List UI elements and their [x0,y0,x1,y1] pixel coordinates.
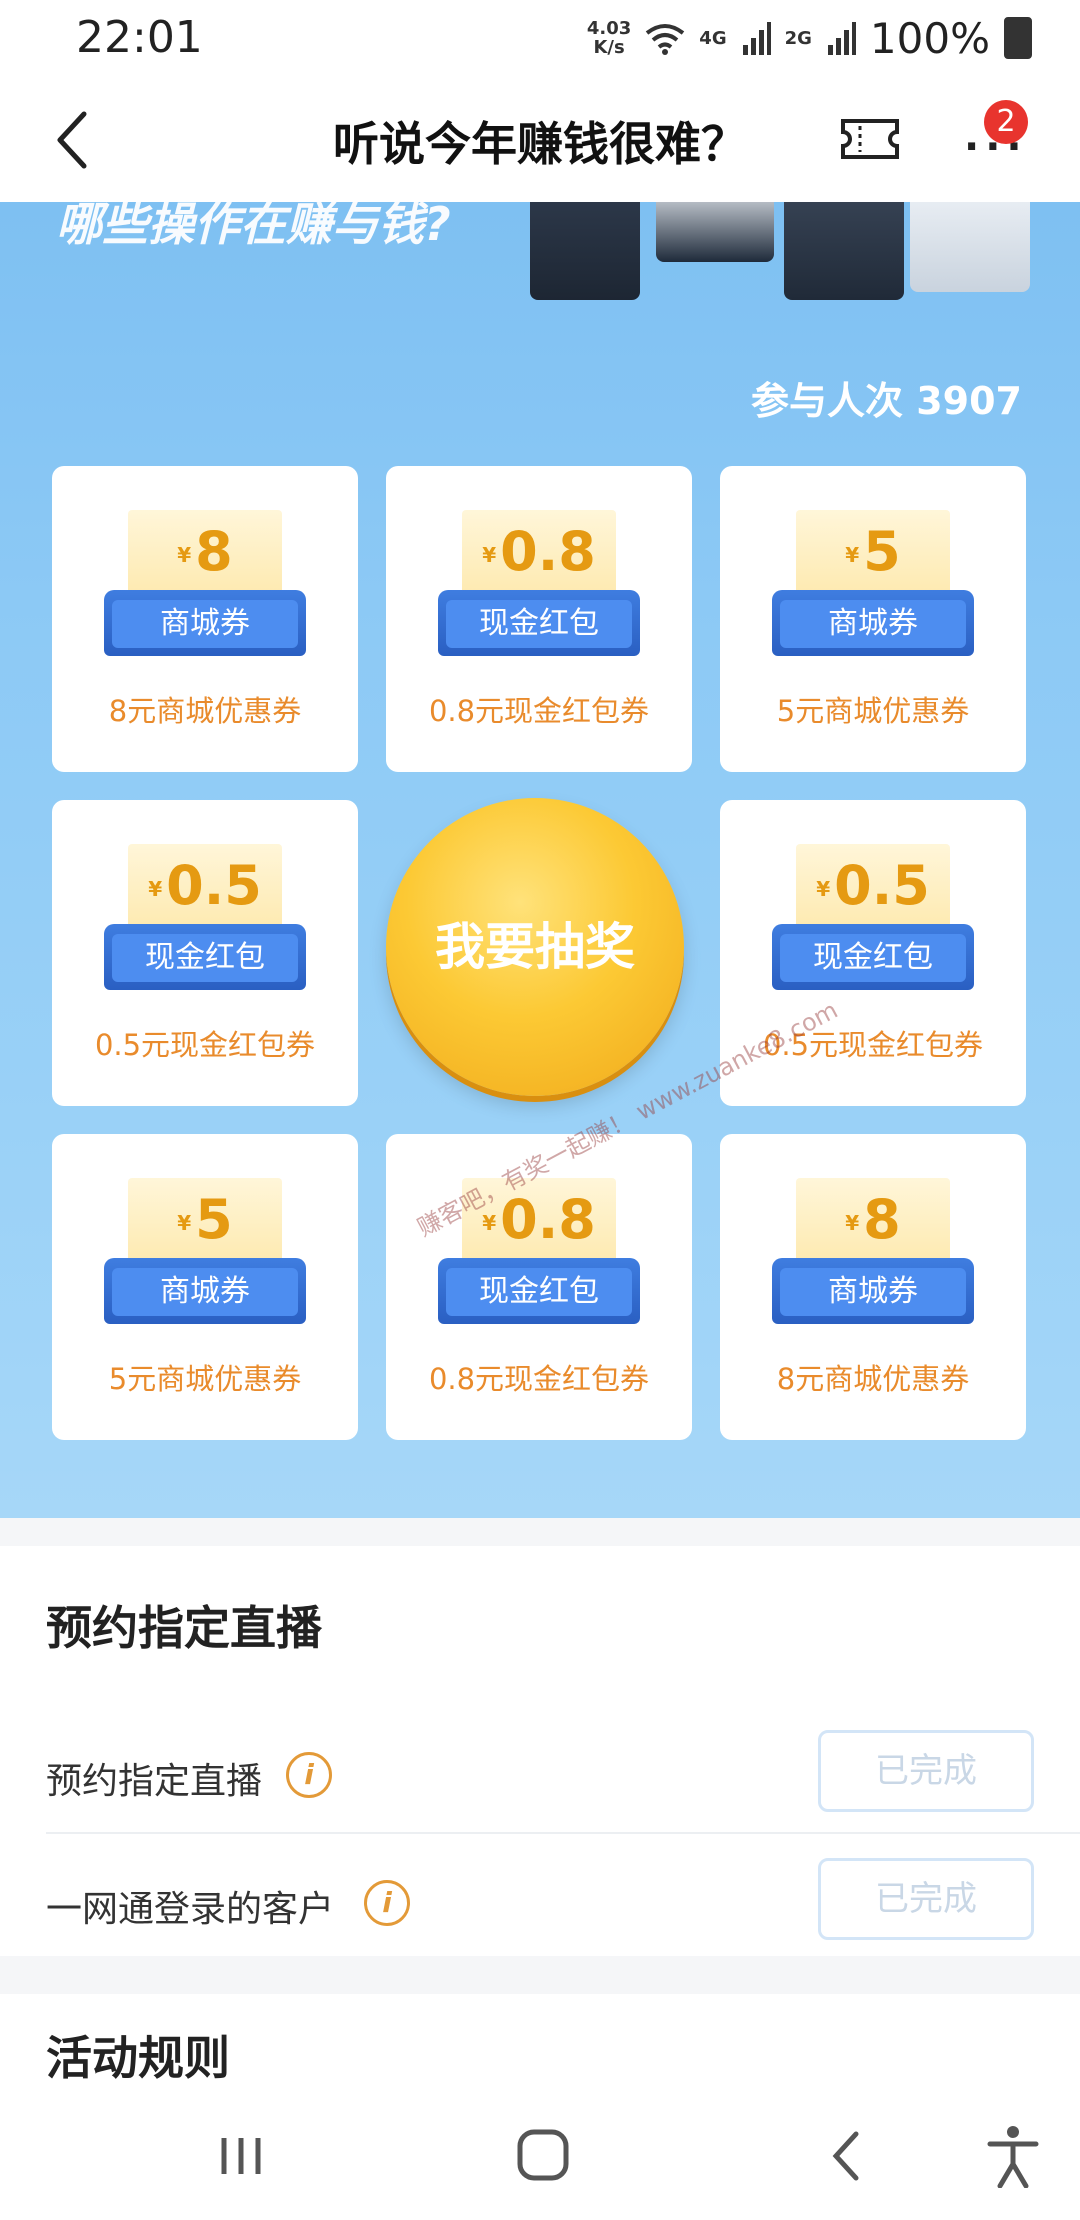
home-icon[interactable] [508,2124,578,2188]
person-image [910,202,1030,292]
person-image [656,202,774,262]
info-icon[interactable]: i [286,1752,332,1798]
prize-name: 0.8元现金红包券 [428,694,650,728]
prize-card: ¥0.8 现金红包 0.8元现金红包券 [386,466,692,772]
person-image [784,202,904,300]
network-speed: 4.03 K/s [587,19,631,57]
task-row: 预约指定直播 i 已完成 [46,1714,1034,1834]
signal-4g-label: 4G [699,27,727,49]
coupon-type: 现金红包 [112,934,298,982]
battery-icon [1004,17,1032,59]
notification-badge: 2 [984,100,1028,144]
coupon-type: 现金红包 [446,600,632,648]
currency-symbol: ¥ [845,1211,860,1236]
coupon-icon: ¥5 商城券 [772,510,974,660]
signal-2g-label: 2G [784,27,812,49]
coupon-type: 现金红包 [780,934,966,982]
section-title: 活动规则 [46,2031,230,2085]
wifi-icon [646,24,685,55]
signal-bars-icon [827,22,856,55]
lottery-banner: 哪些操作在赚与钱? 参与人次 3907 ¥8 商城券 8元商城优惠券 ¥0.8 … [0,202,1080,1518]
task-name: 预约指定直播 [46,1761,263,1802]
coupon-icon: ¥8 商城券 [772,1178,974,1328]
prize-amount: 0.5 [834,854,930,917]
coupon-type: 商城券 [780,1268,966,1316]
coupon-type: 商城券 [112,600,298,648]
more-dots-icon: ··· [964,124,1028,170]
prize-card: ¥5 商城券 5元商城优惠券 [720,466,1026,772]
prize-amount: 5 [195,1188,233,1251]
status-bar: 22:01 4.03 K/s 4G 2G 100% [0,0,1080,78]
more-menu-button[interactable]: ··· 2 [958,100,1028,176]
currency-symbol: ¥ [177,543,192,568]
participant-count: 参与人次 3907 [751,379,1022,423]
accessibility-icon[interactable] [978,2124,1048,2188]
coupon-icon: ¥0.5 现金红包 [772,844,974,994]
section-title: 预约指定直播 [46,1601,322,1655]
divider [46,1832,1080,1834]
network-speed-value: 4.03 [586,18,632,39]
coupon-type: 商城券 [112,1268,298,1316]
prize-name: 0.5元现金红包券 [94,1028,316,1062]
prize-amount: 0.8 [500,1188,596,1251]
coupon-icon: ¥8 商城券 [104,510,306,660]
back-icon[interactable] [812,2124,882,2188]
prize-card: ¥5 商城券 5元商城优惠券 [52,1134,358,1440]
prize-card: ¥8 商城券 8元商城优惠券 [720,1134,1026,1440]
battery-percent: 100% [869,13,990,63]
task-status-button[interactable]: 已完成 [818,1858,1034,1940]
prize-name: 8元商城优惠券 [108,694,302,728]
currency-symbol: ¥ [482,1211,497,1236]
signal-bars-icon [742,22,771,55]
recent-apps-icon[interactable] [206,2124,276,2188]
prize-amount: 8 [195,520,233,583]
tasks-section: 预约指定直播 预约指定直播 i 已完成 一网通登录的客户 i 已完成 [0,1546,1080,1956]
banner-illustration: 哪些操作在赚与钱? [0,202,1080,322]
currency-symbol: ¥ [148,877,163,902]
coupon-icon: ¥0.8 现金红包 [438,510,640,660]
prize-amount: 0.8 [500,520,596,583]
app-header: 听说今年赚钱很难？ ··· 2 [0,78,1080,202]
task-status-button[interactable]: 已完成 [818,1730,1034,1812]
currency-symbol: ¥ [482,543,497,568]
prize-name: 5元商城优惠券 [776,694,970,728]
task-row: 一网通登录的客户 i 已完成 [46,1842,1034,1962]
clock: 22:01 [76,12,203,63]
prize-amount: 8 [863,1188,901,1251]
prize-name: 8元商城优惠券 [776,1362,970,1396]
task-name: 一网通登录的客户 [46,1889,335,1930]
prize-name: 5元商城优惠券 [108,1362,302,1396]
coupon-type: 商城券 [780,600,966,648]
prize-card: ¥0.5 现金红包 0.5元现金红包券 [52,800,358,1106]
status-icons: 4.03 K/s 4G 2G 100% [587,10,1032,66]
prize-name: 0.8元现金红包券 [428,1362,650,1396]
coupon-icon: ¥5 商城券 [104,1178,306,1328]
person-image [530,202,640,300]
prize-amount: 0.5 [166,854,262,917]
prize-card: ¥8 商城券 8元商城优惠券 [52,466,358,772]
currency-symbol: ¥ [845,543,860,568]
banner-headline: 哪些操作在赚与钱? [56,202,451,251]
system-navigation-bar [0,2090,1080,2220]
page-title: 听说今年赚钱很难？ [333,117,747,171]
currency-symbol: ¥ [177,1211,192,1236]
coupon-type: 现金红包 [446,1268,632,1316]
coupon-icon: ¥0.5 现金红包 [104,844,306,994]
prize-amount: 5 [863,520,901,583]
currency-symbol: ¥ [816,877,831,902]
info-icon[interactable]: i [364,1880,410,1926]
network-speed-unit: K/s [593,37,625,58]
draw-lottery-button[interactable]: 我要抽奖 [386,798,684,1096]
ticket-icon[interactable] [840,118,900,160]
